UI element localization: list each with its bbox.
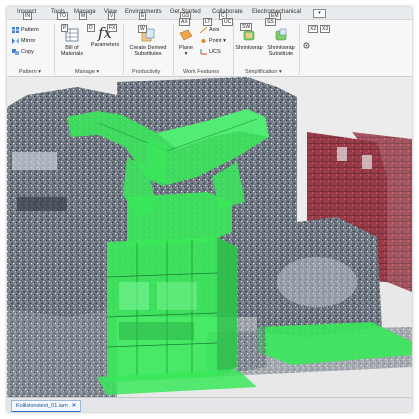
work-features-group-label: Work Features <box>183 69 219 75</box>
copy-label: Copy <box>21 49 34 55</box>
document-tab-bar: Kollisionstest_01.iam ✕ <box>7 397 412 412</box>
tab-collaborate[interactable]: Collaborate <box>212 8 243 16</box>
shrinkwrap-sub-line2: Substitute <box>268 51 294 57</box>
copy-button[interactable]: Copy <box>12 48 34 57</box>
axis-icon <box>199 26 208 33</box>
mirror-button[interactable]: Mirror <box>12 37 35 46</box>
pattern-group-title: Pattern <box>19 69 37 75</box>
divider <box>299 23 300 75</box>
document-tab[interactable]: Kollisionstest_01.iam ✕ <box>11 400 82 412</box>
point-button[interactable]: Point ▾ <box>200 37 226 46</box>
settings-icon[interactable] <box>303 36 310 49</box>
keytip: X2 <box>308 25 319 33</box>
bom-label-line2: Materials <box>60 51 84 57</box>
shrinkwrap-substitute-icon <box>275 28 287 41</box>
keytip: W <box>138 25 147 33</box>
chevron-down-icon: ▾ <box>38 69 42 75</box>
keytip: UC <box>222 18 234 26</box>
parameters-label: Parameters <box>90 42 120 48</box>
simplification-group-title: Simplification <box>245 69 278 75</box>
productivity-group-label: Productivity <box>132 69 160 75</box>
point-cloud-scene <box>7 77 412 397</box>
document-tab-label: Kollisionstest_01.iam <box>16 403 68 409</box>
keytip: LT <box>203 18 213 26</box>
simplification-group-label[interactable]: Simplification ▾ <box>245 69 282 75</box>
keytip: FX <box>107 24 118 32</box>
plane-button[interactable]: Plane ▾ <box>175 28 197 57</box>
divider <box>123 23 124 75</box>
shrinkwrap-substitute-button[interactable]: Shrinkwrap Substitute <box>265 28 297 57</box>
axis-button[interactable]: Axis <box>199 26 220 35</box>
keytip: X3 <box>320 25 331 33</box>
keytip: P <box>61 24 69 32</box>
ucs-button[interactable]: UCS <box>200 48 221 57</box>
copy-icon <box>12 48 19 55</box>
mirror-label: Mirror <box>21 38 36 44</box>
point-dropdown-icon: ▾ <box>223 38 226 44</box>
manage-group-label[interactable]: Manage ▾ <box>75 69 99 75</box>
close-icon[interactable]: ✕ <box>72 403 77 409</box>
create-derived-substitutes-button[interactable]: Create Derived Substitutes <box>125 28 171 57</box>
bill-of-materials-button[interactable]: Bill of Materials <box>57 28 87 57</box>
productivity-group-title: Productivity <box>132 69 161 75</box>
pattern-group-label[interactable]: Pattern ▾ <box>19 69 41 75</box>
point-icon <box>200 38 207 44</box>
ucs-icon <box>200 48 207 55</box>
pattern-icon <box>12 26 19 33</box>
ucs-label: UCS <box>209 49 221 55</box>
plane-icon <box>179 29 193 41</box>
create-derived-line2: Substitutes <box>134 51 162 57</box>
keytip: D <box>87 24 95 32</box>
keytip: V <box>108 12 116 20</box>
mirror-icon <box>12 37 19 44</box>
work-features-group-title: Work Features <box>183 69 219 75</box>
shrinkwrap-button[interactable]: Shrinkwrap <box>234 28 264 51</box>
axis-label: Axis <box>209 27 220 33</box>
inventor-window: Inspect Tools Manage View Environments G… <box>7 7 412 412</box>
point-label: Point <box>209 38 222 44</box>
pattern-button[interactable]: Pattern <box>12 26 39 35</box>
3d-viewport[interactable] <box>7 77 412 397</box>
keytip: IN <box>23 12 32 20</box>
more-tabs-button[interactable]: ▾ <box>313 9 326 18</box>
chevron-down-icon: ▾ <box>278 69 282 75</box>
divider <box>173 23 174 75</box>
manage-group-title: Manage <box>75 69 95 75</box>
divider <box>54 23 55 75</box>
keytip: SW <box>240 23 253 31</box>
keytip: E <box>139 12 147 20</box>
chevron-down-icon: ▾ <box>96 69 100 75</box>
keytip: TO <box>57 12 68 20</box>
plane-dropdown-icon: ▾ <box>184 51 188 57</box>
shrinkwrap-label: Shrinkwrap <box>235 45 263 51</box>
keytip: M <box>79 12 88 20</box>
keytip: AX <box>179 18 190 26</box>
keytip: SS <box>265 18 276 26</box>
pattern-label: Pattern <box>21 27 39 33</box>
